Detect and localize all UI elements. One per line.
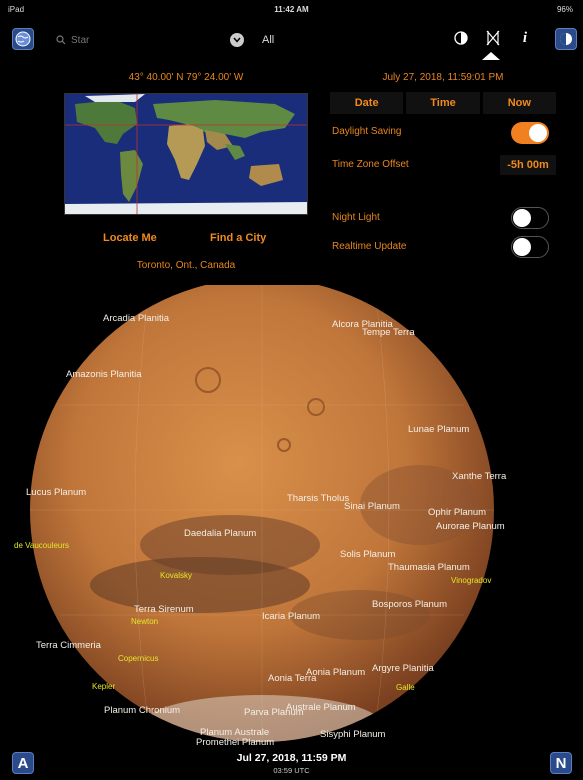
night-light-toggle[interactable]: [511, 207, 549, 229]
time-button[interactable]: Time: [406, 92, 480, 114]
clock: 11:42 AM: [274, 5, 309, 14]
status-bar: iPad 11:42 AM 96%: [0, 0, 583, 18]
date-button[interactable]: Date: [330, 92, 404, 114]
mars-label: Amazonis Planitia: [66, 369, 142, 380]
night-light-label: Night Light: [332, 212, 380, 223]
mars-label: Arcadia Planitia: [103, 313, 170, 324]
mars-label: Lucus Planum: [26, 487, 86, 498]
mars-label: Aonia Terra: [268, 673, 317, 684]
find-city-button[interactable]: Find a City: [210, 232, 266, 244]
world-map[interactable]: [64, 93, 308, 215]
mars-label: Newton: [131, 617, 158, 626]
bottom-utc-time: 03:59 UTC: [273, 766, 310, 775]
time-tools-icon[interactable]: [484, 28, 502, 48]
datetime-segments: Date Time Now: [330, 92, 556, 114]
mars-label: Daedalia Planum: [184, 528, 256, 539]
battery-label: 96%: [556, 5, 573, 14]
search-input[interactable]: Star: [71, 35, 89, 46]
filter-label[interactable]: All: [262, 34, 274, 46]
current-datetime: July 27, 2018, 11:59:01 PM: [382, 72, 504, 83]
mars-label: Planum Chronium: [104, 705, 180, 716]
mars-label: Australe Planum: [286, 702, 356, 713]
contrast-icon[interactable]: [452, 28, 470, 48]
mars-label: Terra Sirenum: [134, 604, 194, 615]
mars-label: Solis Planum: [340, 549, 396, 560]
mars-label: Sisyphi Planum: [320, 729, 386, 740]
north-button[interactable]: N: [550, 752, 572, 774]
globe-button[interactable]: [12, 28, 34, 50]
mars-label: Tempe Terra: [362, 327, 415, 338]
mars-label: Tharsis Tholus: [287, 493, 349, 504]
mars-label: Bosporos Planum: [372, 599, 447, 610]
chevron-down-icon[interactable]: [230, 33, 244, 47]
mars-label: Kepler: [92, 682, 115, 691]
info-icon[interactable]: i: [516, 28, 534, 48]
tz-offset-value[interactable]: -5h 00m: [500, 155, 556, 175]
mars-label: Xanthe Terra: [452, 471, 507, 482]
mars-label: Sinai Planum: [344, 501, 400, 512]
place-label: Toronto, Ont., Canada: [136, 260, 236, 271]
daylight-saving-toggle[interactable]: [511, 122, 549, 144]
mars-label: Terra Cimmeria: [36, 640, 102, 651]
realtime-update-toggle[interactable]: [511, 236, 549, 258]
locate-me-button[interactable]: Locate Me: [103, 232, 157, 244]
half-moon-icon: [560, 33, 572, 45]
mars-label: de Vaucouleurs: [14, 541, 69, 550]
mars-label: Lunae Planum: [408, 424, 469, 435]
coordinates-label: 43° 40.00' N 79° 24.00' W: [128, 72, 244, 83]
mars-label: Kovalsky: [160, 571, 192, 580]
daylight-saving-label: Daylight Saving: [332, 126, 402, 137]
mars-label: Copernicus: [118, 654, 158, 663]
mars-label: Promethei Planum: [196, 737, 274, 748]
mars-label: Icaria Planum: [262, 611, 320, 622]
popover-pointer: [482, 52, 500, 60]
tz-offset-label: Time Zone Offset: [332, 159, 409, 170]
realtime-update-label: Realtime Update: [332, 241, 407, 252]
bottom-local-time: Jul 27, 2018, 11:59 PM: [236, 752, 347, 764]
top-icon-group: i: [452, 28, 534, 48]
mars-label: Argyre Planitia: [372, 663, 434, 674]
mars-label: Thaumasia Planum: [388, 562, 470, 573]
now-button[interactable]: Now: [482, 92, 556, 114]
globe-icon: [15, 31, 31, 47]
mars-label: Galle: [396, 683, 415, 692]
mars-label: Aurorae Planum: [436, 521, 505, 532]
filter-control[interactable]: All: [230, 31, 274, 49]
search-icon: [56, 35, 66, 45]
search-bar[interactable]: Star: [56, 31, 206, 49]
mars-label: Ophir Planum: [428, 507, 486, 518]
moon-phase-button[interactable]: [555, 28, 577, 50]
mars-label: Vinogradov: [451, 576, 491, 585]
mars-globe[interactable]: Arcadia PlanitiaAlcora PlanitiaTempe Ter…: [0, 285, 583, 755]
